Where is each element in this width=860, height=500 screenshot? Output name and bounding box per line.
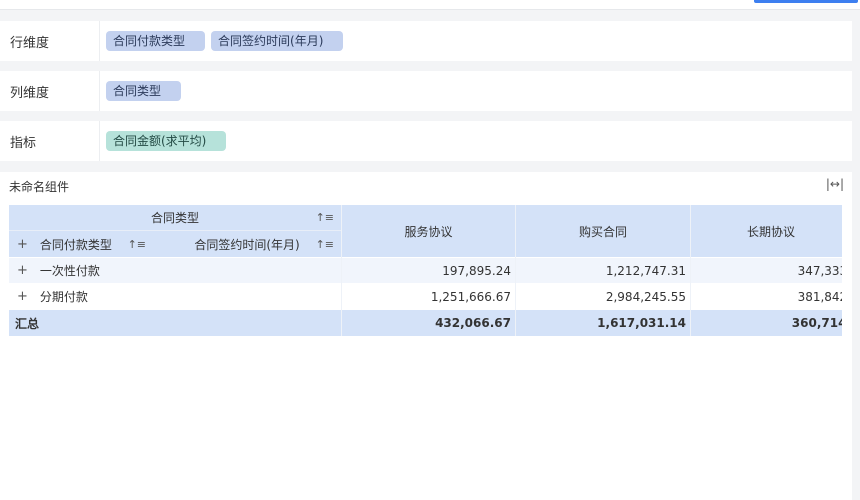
sort-icon[interactable]: ↑≡ <box>316 211 334 224</box>
table-cell: 197,895.24 <box>342 258 515 283</box>
table-row-label: + 一次性付款 <box>9 258 341 283</box>
table-cell: 381,842. <box>691 284 842 309</box>
total-row-label: 汇总 <box>9 310 341 336</box>
column-dimension-bar: 列维度 合同类型 <box>0 71 852 111</box>
top-bar <box>0 0 860 10</box>
column-dimension-header-label: 合同类型 <box>150 211 199 225</box>
column-dimension-header: 合同类型 ↑≡ <box>9 205 341 231</box>
chip-contract-payment-type[interactable]: 合同付款类型 <box>106 31 206 51</box>
row-header-sign-month-label: 合同签约时间(年月) <box>194 237 300 252</box>
table-cell: 347,333. <box>691 258 842 283</box>
row-dimension-chips: 合同付款类型 合同签约时间(年月) <box>100 31 344 51</box>
expand-all-icon[interactable]: + <box>17 237 28 252</box>
total-cell: 432,066.67 <box>342 310 515 336</box>
table-row-label: + 分期付款 <box>9 284 341 309</box>
column-dimension-chips: 合同类型 <box>100 81 182 101</box>
metric-label: 指标 <box>0 121 100 161</box>
expand-row-icon[interactable]: + <box>17 289 28 304</box>
chip-contract-sign-month[interactable]: 合同签约时间(年月) <box>211 31 344 51</box>
table-cell: 1,251,666.67 <box>342 284 515 309</box>
chip-contract-type[interactable]: 合同类型 <box>106 81 182 101</box>
table-cell: 2,984,245.55 <box>516 284 690 309</box>
total-cell: 360,714. <box>691 310 842 336</box>
column-divider <box>690 205 691 336</box>
widget-panel: 未命名组件 |↔| 合同类型 ↑≡ + 合同付款类型 ↑≡ 合同签约时间(年月)… <box>0 172 852 500</box>
expand-row-icon[interactable]: + <box>17 263 28 278</box>
sort-icon[interactable]: ↑≡ <box>316 238 334 251</box>
column-header-purchase-contract[interactable]: 购买合同 <box>516 205 690 257</box>
metric-chips: 合同金额(求平均) <box>100 131 227 151</box>
sort-icon[interactable]: ↑≡ <box>128 238 146 251</box>
table-cell: 1,212,747.31 <box>516 258 690 283</box>
row-header-payment-type: + 合同付款类型 ↑≡ <box>9 231 153 257</box>
total-cell: 1,617,031.14 <box>516 310 690 336</box>
top-accent-bar <box>754 0 858 3</box>
column-header-long-term-agreement[interactable]: 长期协议 <box>691 205 842 257</box>
widget-title[interactable]: 未命名组件 <box>9 178 69 195</box>
column-header-service-agreement[interactable]: 服务协议 <box>342 205 515 257</box>
column-divider <box>515 205 516 336</box>
column-dimension-label: 列维度 <box>0 71 100 111</box>
chip-contract-amount-avg[interactable]: 合同金额(求平均) <box>106 131 227 151</box>
row-header-sign-month: 合同签约时间(年月) ↑≡ <box>153 231 341 257</box>
pivot-table: 合同类型 ↑≡ + 合同付款类型 ↑≡ 合同签约时间(年月) ↑≡ 服务协议 购… <box>9 205 842 337</box>
row-dimension-label: 行维度 <box>0 21 100 61</box>
row-dimension-bar: 行维度 合同付款类型 合同签约时间(年月) <box>0 21 852 61</box>
row-header-payment-type-label: 合同付款类型 <box>39 237 112 252</box>
metric-bar: 指标 合同金额(求平均) <box>0 121 852 161</box>
expand-width-icon[interactable]: |↔| <box>826 177 844 191</box>
column-divider <box>341 205 342 336</box>
row-label-text: 一次性付款 <box>39 264 100 278</box>
row-label-text: 分期付款 <box>39 290 88 304</box>
